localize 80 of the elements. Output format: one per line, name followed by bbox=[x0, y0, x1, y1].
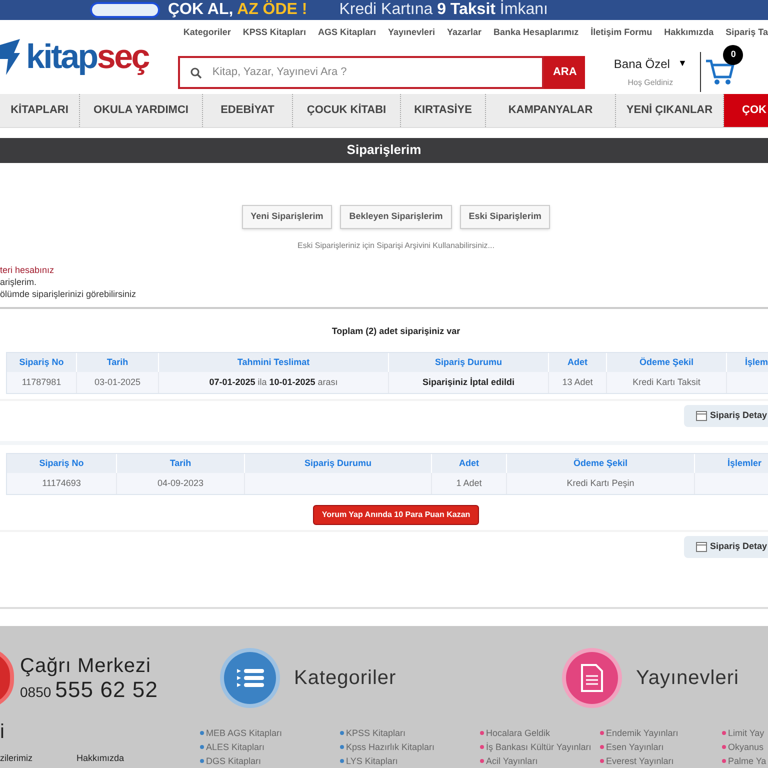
table-cell-text: Kredi Kartı Taksit bbox=[632, 376, 700, 389]
bullet-icon bbox=[600, 731, 604, 736]
table-cell-text: Siparişiniz İptal edildi bbox=[422, 376, 515, 389]
nav-item[interactable]: OKULA YARDIMCI bbox=[80, 94, 203, 127]
bullet-icon bbox=[722, 745, 726, 750]
order-count-text: Toplam (2) adet siparişiniz var bbox=[330, 324, 462, 338]
account-menu[interactable]: Bana Özel bbox=[614, 55, 670, 74]
archive-note: Eski Siparişleriniz için Siparişi Arşivini Kullanabilirsiniz... bbox=[296, 240, 496, 252]
phone-prefix: 0850 bbox=[20, 684, 52, 699]
nav-item[interactable]: ÇOCUK KİTABI bbox=[293, 94, 401, 127]
bullet-icon bbox=[200, 731, 204, 736]
top-link[interactable]: Yazarlar bbox=[447, 26, 482, 40]
footer-link[interactable]: Okyanus bbox=[728, 740, 764, 754]
info-text: ölümde siparişlerinizi görebilirsiniz bbox=[0, 288, 138, 300]
bullet-icon bbox=[480, 745, 484, 750]
bullet-icon bbox=[722, 731, 726, 736]
footer-link[interactable]: Palme Ya bbox=[728, 754, 766, 768]
banner-text: ÇOK AL, AZ ÖDE ! bbox=[168, 2, 308, 18]
table-cell-text: Kredi Kartı Peşin bbox=[566, 476, 634, 490]
capsule-icon bbox=[90, 2, 160, 18]
top-link[interactable]: KPSS Kitapları bbox=[242, 26, 306, 40]
nav-item[interactable]: KİTAPLARI bbox=[0, 94, 80, 127]
search-icon bbox=[190, 66, 202, 79]
bullet-icon bbox=[480, 759, 484, 764]
bullet-icon bbox=[200, 745, 204, 750]
table-cell-text: 03-01-2025 bbox=[94, 376, 141, 389]
bullet-icon bbox=[480, 731, 484, 736]
banner-text: Kredi Kartına 9 Taksit İmkanı bbox=[339, 2, 548, 18]
footer-heading: Yayınevleri bbox=[636, 666, 739, 692]
footer-link[interactable]: Limit Yay bbox=[728, 726, 764, 740]
table-cell-text: 07-01-2025 ila 10-01-2025 arası bbox=[209, 376, 338, 389]
top-link[interactable]: İletişim Formu bbox=[590, 26, 652, 40]
info-text: arişlerim. bbox=[0, 276, 38, 288]
cart-count-badge: 0 bbox=[723, 45, 744, 66]
top-link[interactable]: Kategoriler bbox=[183, 26, 231, 40]
footer-section-title: i bbox=[0, 722, 6, 742]
nav-item[interactable]: ÇOK bbox=[724, 94, 768, 127]
call-center-title: Çağrı Merkezi bbox=[20, 656, 152, 676]
bullet-icon bbox=[340, 731, 344, 736]
calendar-icon bbox=[696, 542, 707, 552]
bullet-icon bbox=[600, 759, 604, 764]
table-cell-text: 11787981 bbox=[22, 376, 62, 389]
order-tab-button[interactable]: Eski Siparişlerim bbox=[460, 204, 550, 229]
bullet-icon bbox=[722, 759, 726, 764]
nav-item[interactable]: KIRTASİYE bbox=[401, 94, 486, 127]
footer-link[interactable]: Hakkımızda bbox=[76, 752, 124, 766]
greeting-text: Hoş Geldiniz bbox=[628, 77, 674, 90]
top-link[interactable]: Sipariş Ta bbox=[726, 26, 768, 40]
order-tab-button[interactable]: Bekleyen Siparişlerim bbox=[340, 204, 452, 229]
bullet-icon bbox=[200, 759, 204, 764]
info-text: teri hesabınız bbox=[0, 264, 56, 276]
footer-link[interactable]: zilerimiz bbox=[0, 752, 32, 766]
table-cell-text: 13 Adet bbox=[562, 376, 593, 389]
nav-item[interactable]: KAMPANYALAR bbox=[486, 94, 616, 127]
table-cell-text: 1 Adet bbox=[456, 476, 482, 490]
phone-number: 555 62 52 bbox=[55, 678, 158, 701]
bullet-icon bbox=[600, 745, 604, 750]
cart-icon[interactable] bbox=[705, 57, 736, 88]
top-link[interactable]: Banka Hesaplarımız bbox=[494, 26, 579, 40]
top-link[interactable]: Hakkımızda bbox=[664, 26, 714, 40]
table-cell-text: 04-09-2023 bbox=[157, 476, 204, 490]
bullet-icon bbox=[340, 745, 344, 750]
page-title-bar: Siparişlerim bbox=[0, 138, 768, 163]
review-reward-button[interactable]: Yorum Yap Anında 10 Para Puan Kazan bbox=[312, 505, 480, 526]
table-cell-text: 11174693 bbox=[42, 476, 81, 490]
calendar-icon bbox=[696, 411, 707, 422]
order-detail-button[interactable]: Sipariş Detay bbox=[684, 536, 768, 558]
footer-link[interactable]: Hocalara Geldik bbox=[486, 726, 550, 740]
order-detail-button[interactable]: Sipariş Detay bbox=[684, 405, 768, 428]
caret-icon: ▼ bbox=[678, 57, 687, 71]
order-tab-button[interactable]: Yeni Siparişlerim bbox=[242, 204, 332, 229]
logo-text[interactable]: kitapseç bbox=[26, 40, 148, 74]
promo-banner[interactable]: ÇOK AL, AZ ÖDE ! Kredi Kartına 9 Taksit İmkanı bbox=[0, 0, 768, 20]
nav-item[interactable]: EDEBİYAT bbox=[203, 94, 293, 127]
bullet-icon bbox=[340, 759, 344, 764]
top-link[interactable]: AGS Kitapları bbox=[318, 26, 376, 40]
footer-heading: Kategoriler bbox=[294, 666, 396, 692]
search-button[interactable]: ARA bbox=[544, 56, 586, 89]
top-link[interactable]: Yayınevleri bbox=[388, 26, 436, 40]
search-field[interactable]: Kitap, Yazar, Yayınevi Ara ? bbox=[178, 56, 544, 89]
